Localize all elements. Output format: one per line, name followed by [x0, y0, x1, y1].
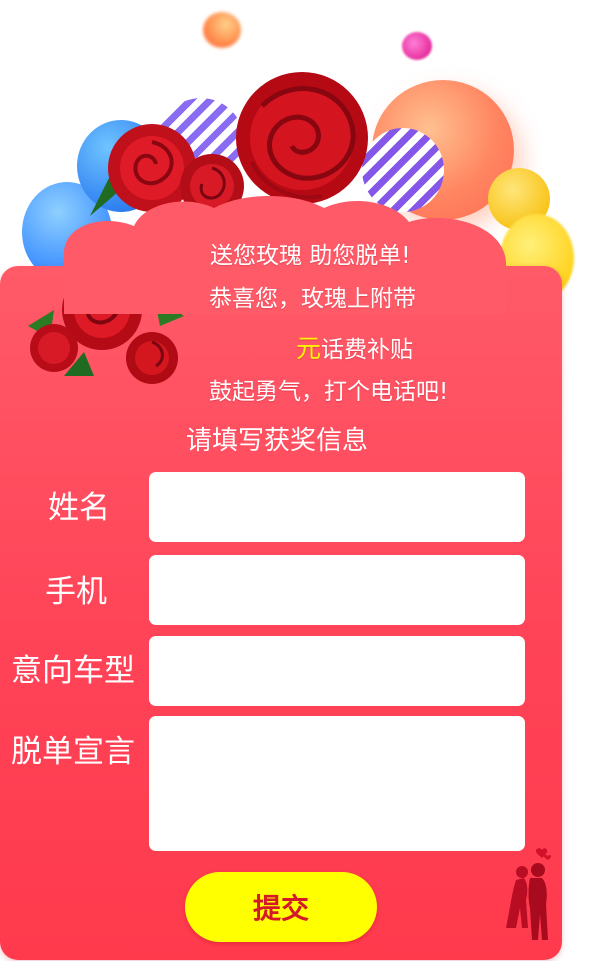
promo-line-1: 送您玫瑰 助您脱单!	[210, 243, 411, 269]
form-title: 请填写获奖信息	[186, 426, 369, 456]
promo-line-2: 恭喜您，玫瑰上附带	[209, 286, 416, 312]
car-model-input[interactable]	[149, 636, 525, 706]
couple-silhouette-icon	[506, 848, 551, 940]
name-input[interactable]	[149, 472, 525, 542]
amount-unit: 元	[296, 334, 322, 363]
promo-line-3: 元话费补贴	[296, 334, 413, 365]
declaration-textarea[interactable]	[149, 716, 525, 851]
phone-input[interactable]	[149, 555, 525, 625]
car-model-label: 意向车型	[11, 653, 135, 689]
name-label: 姓名	[48, 490, 110, 526]
promo-line-3-suffix: 话费补贴	[321, 337, 414, 363]
submit-button[interactable]: 提交	[185, 872, 377, 942]
declaration-label: 脱单宣言	[11, 734, 135, 770]
phone-label: 手机	[45, 574, 107, 610]
promo-line-4: 鼓起勇气，打个电话吧!	[209, 379, 449, 405]
promo-page: 送您玫瑰 助您脱单! 恭喜您，玫瑰上附带 元话费补贴 鼓起勇气，打个电话吧! 请…	[0, 0, 602, 961]
